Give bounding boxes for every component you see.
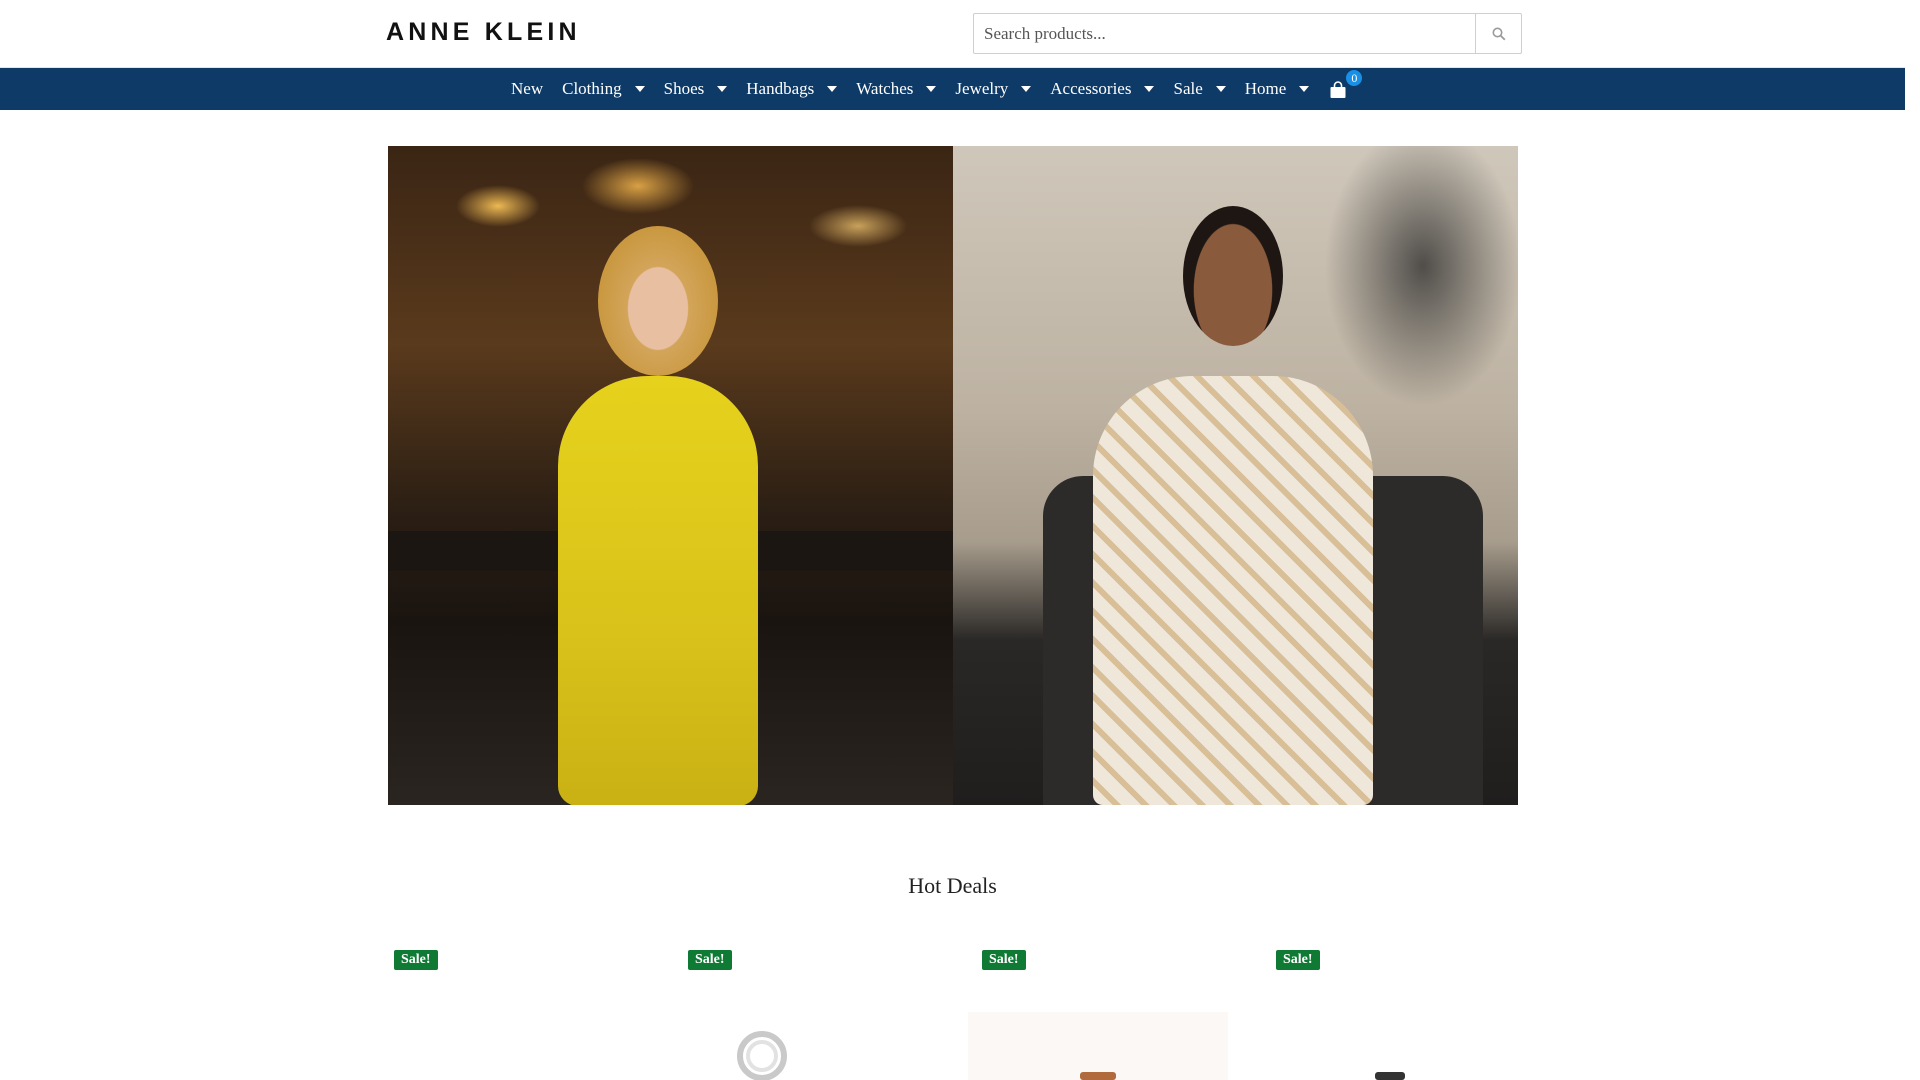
nav-item-jewelry[interactable]: Jewelry [955,79,1032,99]
sale-badge: Sale! [394,950,438,970]
hero-image-right[interactable] [953,146,1518,805]
caret-down-icon[interactable] [634,86,645,92]
nav-item-shoes[interactable]: Shoes [664,79,728,99]
model-head [598,226,718,376]
nav-item-label: Watches [856,79,914,98]
caret-down-icon[interactable] [1215,86,1226,92]
nav-menu: New Clothing Shoes Handbags Watches Jewe… [511,68,1363,110]
nav-item-label: Home [1244,79,1287,98]
cart-count-badge: 0 [1346,70,1363,86]
sale-badge: Sale! [688,950,732,970]
product-thumbnail[interactable] [968,1012,1228,1080]
hot-deals-title: Hot Deals [908,873,997,898]
nav-item-label: Sale [1173,79,1203,98]
caret-down-icon[interactable] [827,86,838,92]
main-nav: New Clothing Shoes Handbags Watches Jewe… [0,68,1905,110]
nav-item-label: Accessories [1050,79,1132,98]
caret-down-icon[interactable] [1299,86,1310,92]
hero-image-left[interactable] [388,146,953,805]
hero-banner[interactable] [388,146,1518,805]
sale-badge: Sale! [1276,950,1320,970]
nav-item-label: Shoes [663,79,705,98]
nav-item-watches[interactable]: Watches [856,79,937,99]
nav-item-home[interactable]: Home [1245,79,1310,99]
cart-button[interactable]: 0 [1329,70,1363,100]
caret-down-icon[interactable] [1144,86,1155,92]
caret-down-icon[interactable] [1021,86,1032,92]
search-form [973,13,1522,54]
nav-item-new[interactable]: New [511,79,543,99]
model-head [1183,206,1283,346]
product-card[interactable]: Sale! [682,950,922,1080]
search-button[interactable] [1475,14,1521,53]
floral-dress-figure [1093,376,1373,805]
brand-logo[interactable]: ANNE KLEIN [386,18,581,47]
nav-item-sale[interactable]: Sale [1173,79,1226,99]
nav-item-label: Handbags [746,79,815,98]
nav-item-clothing[interactable]: Clothing [562,79,645,99]
search-input[interactable] [974,14,1477,53]
product-thumbnail[interactable] [1375,1070,1405,1080]
product-card[interactable]: Sale! [968,950,1228,1080]
yellow-dress-figure [558,376,758,805]
nav-item-label: New [511,79,544,98]
sale-badge: Sale! [982,950,1026,970]
caret-down-icon[interactable] [926,86,937,92]
nav-item-label: Jewelry [955,79,1009,98]
nav-item-handbags[interactable]: Handbags [746,79,838,99]
product-thumbnail[interactable] [732,1028,792,1080]
search-icon [1492,27,1505,40]
nav-item-accessories[interactable]: Accessories [1050,79,1155,99]
shopping-bag-icon [1330,81,1346,98]
product-card[interactable]: Sale! [1270,950,1510,1080]
site-header: ANNE KLEIN [0,0,1905,68]
caret-down-icon[interactable] [717,86,728,92]
nav-item-label: Clothing [562,79,622,98]
product-card[interactable]: Sale! [388,950,628,1080]
